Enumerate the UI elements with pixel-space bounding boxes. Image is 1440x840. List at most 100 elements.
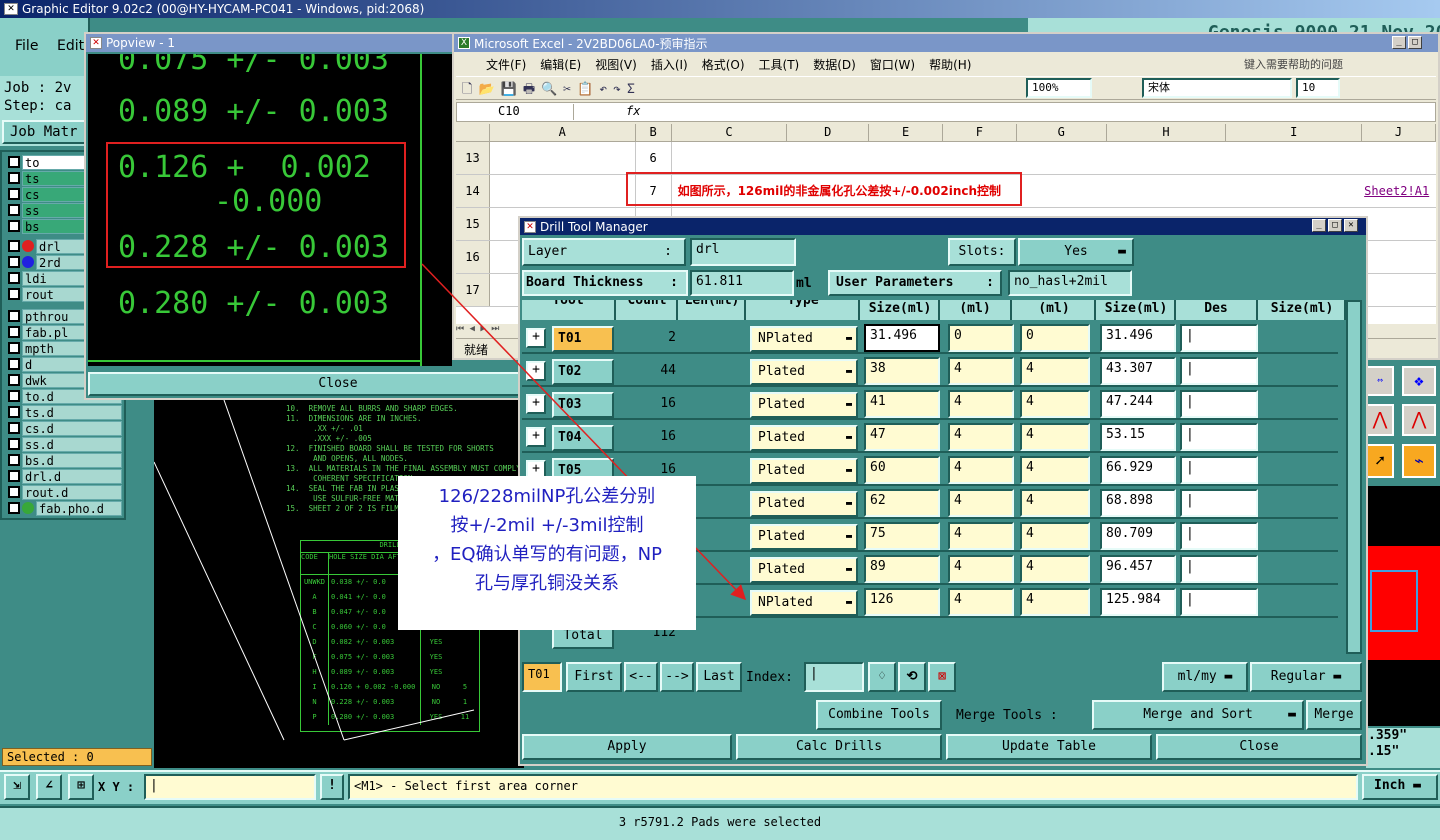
tool-name[interactable]: T02 [552, 359, 614, 385]
finish-size-input[interactable]: 80.709 [1100, 522, 1176, 550]
snap-icon-1[interactable]: ⇲ [4, 774, 30, 800]
tool-type-select[interactable]: Plated ▬ [750, 491, 858, 517]
designator-input[interactable]: | [1180, 588, 1258, 616]
layer-checkbox[interactable] [8, 256, 20, 268]
designator-input[interactable]: | [1180, 324, 1258, 352]
tool-type-select[interactable]: Plated ▬ [750, 458, 858, 484]
layer-row[interactable]: cs.d [8, 420, 122, 436]
user-params-input[interactable]: no_hasl+2mil [1008, 270, 1132, 296]
excel-menu-item[interactable]: 数据(D) [813, 56, 856, 73]
table-scrollbar[interactable] [1346, 300, 1362, 654]
tool-type-select[interactable]: NPlated ▬ [750, 326, 858, 352]
layer-checkbox[interactable] [8, 406, 20, 418]
excel-column-header[interactable]: D [787, 124, 870, 141]
minus-tol-input[interactable]: 4 [1020, 522, 1090, 550]
minus-tol-input[interactable]: 4 [1020, 456, 1090, 484]
plus-tol-input[interactable]: 4 [948, 357, 1014, 385]
menu-edit[interactable]: Edit [57, 38, 84, 54]
excel-row-number[interactable]: 16 [456, 241, 490, 273]
minus-tol-input[interactable]: 4 [1020, 555, 1090, 583]
minimize-icon[interactable]: _ [1392, 36, 1406, 49]
menu-file[interactable]: File [15, 38, 38, 54]
excel-column-header[interactable]: J [1362, 124, 1436, 141]
layer-checkbox[interactable] [8, 156, 20, 168]
tool-icon-2[interactable]: ❖ [1402, 366, 1436, 396]
excel-menu-item[interactable]: 插入(I) [651, 56, 688, 73]
excel-font-box[interactable]: 宋体 [1142, 78, 1292, 98]
finish-size-input[interactable]: 53.15 [1100, 423, 1176, 451]
excel-column-header[interactable]: B [636, 124, 672, 141]
excel-cell-j[interactable] [1362, 241, 1436, 273]
lightbulb-icon[interactable]: ♢ [868, 662, 896, 692]
tool-name[interactable]: T03 [552, 392, 614, 418]
layer-row[interactable]: bs.d [8, 452, 122, 468]
excel-row-number[interactable]: 13 [456, 142, 490, 174]
layer-row[interactable]: ss.d [8, 436, 122, 452]
excel-cell-b[interactable]: 6 [636, 142, 672, 174]
excel-menu-item[interactable]: 编辑(E) [540, 56, 581, 73]
finish-size-input[interactable]: 43.307 [1100, 357, 1176, 385]
excel-cell-a[interactable] [490, 175, 636, 207]
drill-size-input[interactable]: 75 [864, 522, 940, 550]
excel-column-header[interactable]: A [490, 124, 636, 141]
designator-input[interactable]: | [1180, 390, 1258, 418]
excel-row-number[interactable]: 15 [456, 208, 490, 240]
excel-zoom[interactable]: 100% [1026, 78, 1092, 98]
dtm-maximize-icon[interactable]: □ [1328, 219, 1342, 232]
layer-row[interactable]: drl.d [8, 468, 122, 484]
last-button[interactable]: Last [696, 662, 742, 692]
minus-tol-input[interactable]: 4 [1020, 489, 1090, 517]
layer-checkbox[interactable] [8, 342, 20, 354]
restore-icon[interactable]: □ [1408, 36, 1422, 49]
layer-checkbox[interactable] [8, 310, 20, 322]
layer-checkbox[interactable] [8, 438, 20, 450]
tool-type-select[interactable]: Plated ▬ [750, 359, 858, 385]
units-select[interactable]: ml/my ▬ [1162, 662, 1248, 692]
prev-button[interactable]: <-- [624, 662, 658, 692]
board-thickness-input[interactable]: 61.811 [690, 270, 794, 296]
plus-tol-input[interactable]: 4 [948, 555, 1014, 583]
drill-size-input[interactable]: 60 [864, 456, 940, 484]
layer-checkbox[interactable] [8, 470, 20, 482]
update-table-button[interactable]: Update Table [946, 734, 1152, 760]
designator-input[interactable]: | [1180, 522, 1258, 550]
popview-close-button[interactable]: Close [88, 372, 588, 396]
grid-icon[interactable]: ⊞ [68, 774, 94, 800]
layer-value[interactable]: drl [690, 238, 796, 266]
job-matrix-button[interactable]: Job Matr [2, 120, 88, 144]
layer-checkbox[interactable] [8, 454, 20, 466]
arc-tool-icon-2[interactable]: ⋀ [1402, 404, 1436, 436]
merge-sort-select[interactable]: Merge and Sort ▬ [1092, 700, 1304, 730]
drill-size-input[interactable]: 126 [864, 588, 940, 616]
excel-column-header[interactable]: I [1226, 124, 1363, 141]
plus-tol-input[interactable]: 0 [948, 324, 1014, 352]
unit-select[interactable]: Inch ▬ [1362, 774, 1438, 800]
layer-checkbox[interactable] [8, 204, 20, 216]
drill-size-input[interactable]: 38 [864, 357, 940, 385]
slots-select[interactable]: Yes ▬ [1018, 238, 1134, 266]
excel-row-number[interactable]: 14 [456, 175, 490, 207]
dtm-close-icon[interactable]: ✕ [1344, 219, 1358, 232]
dtm-minimize-icon[interactable]: _ [1312, 219, 1326, 232]
tool-name[interactable]: T04 [552, 425, 614, 451]
finish-size-input[interactable]: 47.244 [1100, 390, 1176, 418]
designator-input[interactable]: | [1180, 423, 1258, 451]
layer-checkbox[interactable] [8, 172, 20, 184]
popview-canvas[interactable]: 0.075 +/- 0.003 0.089 +/- 0.003 0.126 + … [88, 54, 452, 366]
excel-menu-item[interactable]: 文件(F) [486, 56, 526, 73]
layer-checkbox[interactable] [8, 188, 20, 200]
excel-cell-j[interactable] [1362, 208, 1436, 240]
finish-size-input[interactable]: 96.457 [1100, 555, 1176, 583]
excel-cell-j[interactable] [1362, 142, 1436, 174]
first-button[interactable]: First [566, 662, 622, 692]
tool-type-select[interactable]: Plated ▬ [750, 524, 858, 550]
node-tool-icon[interactable]: ⌁ [1402, 444, 1436, 478]
expand-icon[interactable]: + [526, 361, 546, 381]
index-input[interactable]: | [804, 662, 864, 692]
excel-menu-item[interactable]: 窗口(W) [870, 56, 915, 73]
finish-size-input[interactable]: 68.898 [1100, 489, 1176, 517]
designator-input[interactable]: | [1180, 357, 1258, 385]
mode-select[interactable]: Regular ▬ [1250, 662, 1362, 692]
excel-name-box[interactable]: C10 [458, 104, 574, 120]
designator-input[interactable]: | [1180, 555, 1258, 583]
